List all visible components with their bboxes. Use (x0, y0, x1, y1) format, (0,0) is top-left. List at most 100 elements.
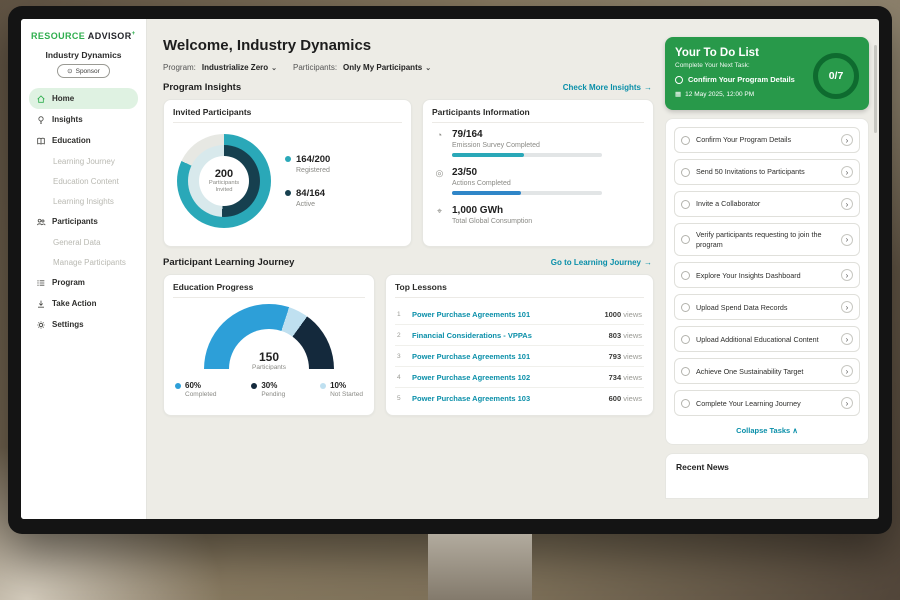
sidebar-item-settings[interactable]: Settings (29, 314, 138, 335)
donut-legend: 164/200 Registered 84/164 Active (285, 154, 330, 208)
task-checkbox[interactable] (681, 168, 690, 177)
lesson-link[interactable]: Power Purchase Agreements 101 (412, 310, 598, 319)
sidebar-nav: Home Insights Education Learning Journey… (29, 88, 138, 335)
lesson-row: 4 Power Purchase Agreements 102 734 view… (395, 367, 644, 388)
chevron-right-icon[interactable]: › (841, 134, 853, 146)
learning-journey-title: Participant Learning Journey (163, 257, 294, 268)
sidebar-item-manage-participants[interactable]: Manage Participants (29, 252, 138, 272)
survey-icon: ◔ (434, 130, 445, 140)
sidebar-item-education-content[interactable]: Education Content (29, 171, 138, 191)
scrollbar[interactable] (874, 45, 877, 133)
chevron-down-icon: ⌄ (425, 64, 431, 72)
todo-summary-card: Your To Do List Complete Your Next Task:… (665, 37, 869, 110)
sidebar-item-participants[interactable]: Participants (29, 211, 138, 232)
education-progress-card: Education Progress 150 Participants (163, 274, 375, 416)
program-insights-title: Program Insights (163, 82, 241, 93)
gauge-legend: 60% Completed 30% Pending 10% (173, 370, 365, 401)
checkbox-icon[interactable] (675, 76, 683, 84)
task-row[interactable]: Upload Spend Data Records › (674, 294, 860, 320)
lesson-link[interactable]: Financial Considerations - VPPAs (412, 331, 603, 340)
sidebar-item-program[interactable]: Program (29, 272, 138, 293)
participants-information-card: Participants Information ◔ 79/164 Emissi… (422, 99, 654, 247)
task-row[interactable]: Complete Your Learning Journey › (674, 390, 860, 416)
sidebar-item-learning-insights[interactable]: Learning Insights (29, 191, 138, 211)
location-pin-icon: ⌖ (434, 206, 445, 217)
collapse-tasks-link[interactable]: Collapse Tasks ∧ (674, 422, 860, 439)
sidebar-item-take-action[interactable]: Take Action (29, 293, 138, 314)
task-row[interactable]: Confirm Your Program Details › (674, 127, 860, 153)
task-checkbox[interactable] (681, 335, 690, 344)
stat-actions-completed: ◎ 23/50 Actions Completed (434, 167, 644, 195)
calendar-icon: ▦ (675, 90, 681, 98)
sponsor-badge: ⊙Sponsor (57, 64, 110, 78)
program-filter-label: Program: (163, 63, 196, 72)
stat-global-consumption: ⌖ 1,000 GWh Total Global Consumption (434, 205, 644, 229)
task-checkbox[interactable] (681, 303, 690, 312)
task-checkbox[interactable] (681, 136, 690, 145)
chevron-right-icon[interactable]: › (841, 397, 853, 409)
task-checkbox[interactable] (681, 200, 690, 209)
chevron-right-icon[interactable]: › (841, 269, 853, 281)
task-checkbox[interactable] (681, 271, 690, 280)
task-row[interactable]: Achieve One Sustainability Target › (674, 358, 860, 384)
top-lessons-card: Top Lessons 1 Power Purchase Agreements … (385, 274, 654, 416)
sidebar: RESOURCE ADVISOR+ Industry Dynamics ⊙Spo… (21, 19, 147, 519)
org-name: Industry Dynamics (29, 50, 138, 60)
list-icon (36, 278, 46, 288)
app-logo: RESOURCE ADVISOR+ (29, 29, 138, 47)
chevron-right-icon[interactable]: › (841, 333, 853, 345)
sidebar-item-general-data[interactable]: General Data (29, 232, 138, 252)
monitor-stand (428, 534, 532, 600)
monitor-frame: RESOURCE ADVISOR+ Industry Dynamics ⊙Spo… (8, 6, 892, 534)
lesson-row: 5 Power Purchase Agreements 103 600 view… (395, 388, 644, 408)
actions-progress-bar (452, 191, 602, 195)
task-checkbox[interactable] (681, 399, 690, 408)
main-column: Welcome, Industry Dynamics Program: Indu… (163, 27, 654, 519)
chevron-right-icon[interactable]: › (841, 234, 853, 246)
chevron-right-icon[interactable]: › (841, 301, 853, 313)
participants-filter-label: Participants: (293, 63, 337, 72)
target-icon: ◎ (434, 168, 445, 179)
education-progress-gauge: 150 Participants (204, 304, 334, 370)
lesson-row: 1 Power Purchase Agreements 101 1000 vie… (395, 304, 644, 325)
gear-icon (36, 320, 46, 330)
task-row[interactable]: Invite a Collaborator › (674, 191, 860, 217)
arrow-right-icon: → (644, 83, 652, 92)
chevron-right-icon[interactable]: › (841, 198, 853, 210)
sidebar-item-education[interactable]: Education (29, 130, 138, 151)
page-title: Welcome, Industry Dynamics (163, 37, 654, 54)
lesson-link[interactable]: Power Purchase Agreements 101 (412, 352, 603, 361)
lesson-link[interactable]: Power Purchase Agreements 103 (412, 394, 603, 403)
download-icon (36, 299, 46, 309)
legend-dot-active (285, 190, 291, 196)
task-row[interactable]: Send 50 Invitations to Participants › (674, 159, 860, 185)
lesson-row: 3 Power Purchase Agreements 101 793 view… (395, 346, 644, 367)
legend-dot-not-started (320, 383, 326, 389)
task-checkbox[interactable] (681, 367, 690, 376)
lesson-row: 2 Financial Considerations - VPPAs 803 v… (395, 325, 644, 346)
sidebar-item-learning-journey[interactable]: Learning Journey (29, 151, 138, 171)
emission-progress-bar (452, 153, 602, 157)
home-icon (36, 94, 46, 104)
go-to-learning-journey-link[interactable]: Go to Learning Journey→ (551, 258, 652, 267)
legend-dot-registered (285, 156, 291, 162)
invited-participants-donut: 200 Participants Invited (177, 134, 271, 228)
task-row[interactable]: Upload Additional Educational Content › (674, 326, 860, 352)
book-icon (36, 136, 46, 146)
todo-column: Your To Do List Complete Your Next Task:… (665, 27, 869, 519)
legend-dot-completed (175, 383, 181, 389)
chevron-right-icon[interactable]: › (841, 365, 853, 377)
task-row[interactable]: Verify participants requesting to join t… (674, 223, 860, 256)
sidebar-item-insights[interactable]: Insights (29, 109, 138, 130)
participants-select[interactable]: Only My Participants⌄ (343, 63, 431, 72)
dashboard-screen: RESOURCE ADVISOR+ Industry Dynamics ⊙Spo… (21, 19, 879, 519)
todo-task-list: Confirm Your Program Details › Send 50 I… (665, 118, 869, 445)
check-more-insights-link[interactable]: Check More Insights→ (563, 83, 652, 92)
task-checkbox[interactable] (681, 235, 690, 244)
chevron-right-icon[interactable]: › (841, 166, 853, 178)
program-select[interactable]: Industrialize Zero⌄ (202, 63, 277, 72)
lesson-link[interactable]: Power Purchase Agreements 102 (412, 373, 603, 382)
sidebar-item-home[interactable]: Home (29, 88, 138, 109)
task-row[interactable]: Explore Your Insights Dashboard › (674, 262, 860, 288)
todo-next-task[interactable]: Confirm Your Program Details (675, 75, 807, 84)
